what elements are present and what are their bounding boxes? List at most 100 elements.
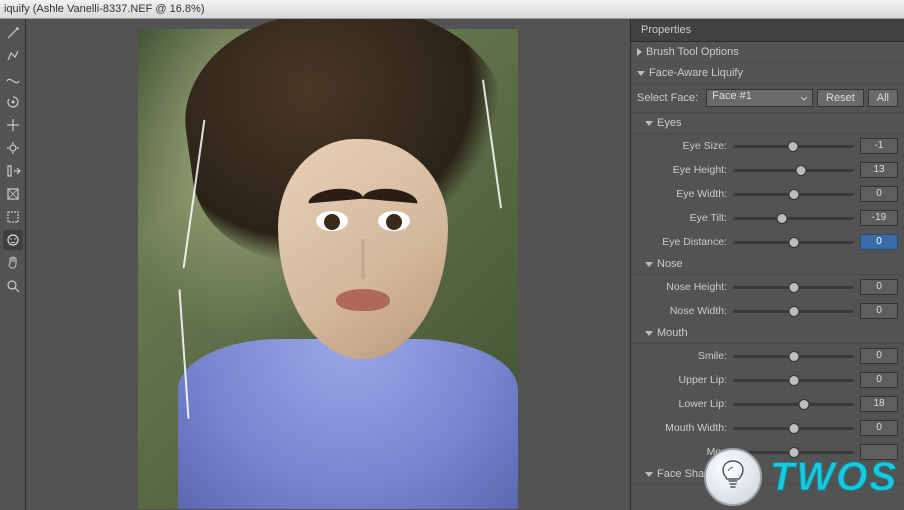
nose-slider-row: Nose Height: 0 <box>631 275 904 299</box>
mouth-group-label: Mouth <box>657 327 688 339</box>
eye-slider-row: Eye Width: 0 <box>631 182 904 206</box>
slider-thumb-icon[interactable] <box>788 351 799 362</box>
chevron-down-icon <box>645 472 653 477</box>
face-aware-label: Face-Aware Liquify <box>649 67 743 79</box>
nose-slider-label: Nose Width: <box>637 305 727 317</box>
slider-thumb-icon[interactable] <box>788 375 799 386</box>
slider-thumb-icon[interactable] <box>788 189 799 200</box>
eye-slider-row: Eye Distance:0 <box>631 230 904 254</box>
mouth-slider-row: Lower Lip: 18 <box>631 392 904 416</box>
slider-thumb-icon[interactable] <box>788 306 799 317</box>
thaw-mask-tool[interactable] <box>3 207 23 227</box>
nose-slider-label: Nose Height: <box>637 281 727 293</box>
properties-panel: Properties Brush Tool Options Face-Aware… <box>630 19 904 510</box>
nose-slider-value[interactable]: 0 <box>860 279 898 295</box>
all-button[interactable]: All <box>868 89 898 107</box>
pucker-tool[interactable] <box>3 115 23 135</box>
eyes-group-label: Eyes <box>657 117 681 129</box>
slider-thumb-icon[interactable] <box>787 141 798 152</box>
brush-options-label: Brush Tool Options <box>646 46 739 58</box>
eye-slider-label: Eye Tilt: <box>637 212 727 224</box>
reconstruct-tool[interactable] <box>3 46 23 66</box>
smooth-tool[interactable] <box>3 69 23 89</box>
eye-slider-value[interactable]: 13 <box>860 162 898 178</box>
zoom-tool[interactable] <box>3 276 23 296</box>
face-shape-group-header[interactable]: Face Shape <box>631 464 904 485</box>
mouth-slider-value[interactable]: 18 <box>860 396 898 412</box>
mouth-slider[interactable] <box>733 419 854 437</box>
mouth-slider-value[interactable]: 0 <box>860 372 898 388</box>
mouth-slider[interactable] <box>733 371 854 389</box>
slider-thumb-icon[interactable] <box>799 399 810 410</box>
slider-thumb-icon[interactable] <box>788 237 799 248</box>
reset-button[interactable]: Reset <box>817 89 864 107</box>
chevron-down-icon <box>637 71 645 76</box>
select-face-row: Select Face: Face #1 Reset All <box>631 84 904 113</box>
face-dropdown[interactable]: Face #1 <box>706 89 813 107</box>
nose-slider-value[interactable]: 0 <box>860 303 898 319</box>
mouth-slider-value[interactable]: 0 <box>860 420 898 436</box>
eye-slider[interactable] <box>733 161 854 179</box>
slider-thumb-icon[interactable] <box>788 447 799 458</box>
window-title-bar: iquify (Ashle Vanelli-8337.NEF @ 16.8%) <box>0 0 904 19</box>
bloat-tool[interactable] <box>3 138 23 158</box>
slider-thumb-icon[interactable] <box>788 282 799 293</box>
eye-slider-value[interactable]: 0 <box>860 186 898 202</box>
slider-thumb-icon[interactable] <box>796 165 807 176</box>
eye-slider[interactable] <box>733 209 854 227</box>
eye-slider-row: Eye Size:-1 <box>631 134 904 158</box>
mouth-slider[interactable] <box>733 395 854 413</box>
eye-slider[interactable] <box>733 137 854 155</box>
eye-slider[interactable] <box>733 185 854 203</box>
eye-slider-value[interactable]: -19 <box>860 210 898 226</box>
eye-slider-value[interactable]: -1 <box>860 138 898 154</box>
face-dropdown-value: Face #1 <box>712 90 752 102</box>
eye-slider-label: Eye Width: <box>637 188 727 200</box>
brush-tool-options-section[interactable]: Brush Tool Options <box>631 42 904 63</box>
mouth-slider-label: Lower Lip: <box>637 398 727 410</box>
slider-thumb-icon[interactable] <box>777 213 788 224</box>
hand-tool[interactable] <box>3 253 23 273</box>
forward-warp-tool[interactable] <box>3 23 23 43</box>
eye-slider-row: Eye Tilt: -19 <box>631 206 904 230</box>
properties-header: Properties <box>631 19 904 42</box>
mouth-slider-row: Smile: 0 <box>631 344 904 368</box>
nose-group-header[interactable]: Nose <box>631 254 904 275</box>
mouth-slider-row: Upper Lip: 0 <box>631 368 904 392</box>
mouth-slider-value[interactable]: 0 <box>860 348 898 364</box>
face-aware-liquify-section[interactable]: Face-Aware Liquify <box>631 63 904 84</box>
freeze-mask-tool[interactable] <box>3 184 23 204</box>
eye-slider[interactable] <box>733 233 854 251</box>
mouth-slider-row: Mouth Width: 0 <box>631 416 904 440</box>
twirl-tool[interactable] <box>3 92 23 112</box>
eyes-group-header[interactable]: Eyes <box>631 113 904 134</box>
mouth-group-header[interactable]: Mouth <box>631 323 904 344</box>
canvas-area <box>26 19 630 510</box>
slider-thumb-icon[interactable] <box>788 423 799 434</box>
eye-slider-value[interactable]: 0 <box>860 234 898 250</box>
mouth-slider[interactable] <box>733 443 854 461</box>
mouth-slider-label: Mou <box>637 446 727 458</box>
nose-slider[interactable] <box>733 278 854 296</box>
image-canvas[interactable] <box>138 29 518 509</box>
mouth-slider-value[interactable] <box>860 444 898 460</box>
face-shape-group-label: Face Shape <box>657 468 716 480</box>
select-face-label: Select Face: <box>637 92 702 104</box>
chevron-down-icon <box>645 121 653 126</box>
push-left-tool[interactable] <box>3 161 23 181</box>
mouth-slider[interactable] <box>733 347 854 365</box>
face-tool[interactable] <box>3 230 23 250</box>
nose-slider[interactable] <box>733 302 854 320</box>
mouth-slider-row: Mou <box>631 440 904 464</box>
nose-group-label: Nose <box>657 258 683 270</box>
photo-background <box>138 29 518 509</box>
chevron-down-icon <box>800 94 808 106</box>
mouth-slider-label: Upper Lip: <box>637 374 727 386</box>
eye-slider-label: Eye Height: <box>637 164 727 176</box>
tool-palette <box>0 19 26 510</box>
chevron-down-icon <box>645 262 653 267</box>
window-title: iquify (Ashle Vanelli-8337.NEF @ 16.8%) <box>4 3 205 15</box>
nose-slider-row: Nose Width: 0 <box>631 299 904 323</box>
mouth-slider-label: Smile: <box>637 350 727 362</box>
mouth-slider-label: Mouth Width: <box>637 422 727 434</box>
